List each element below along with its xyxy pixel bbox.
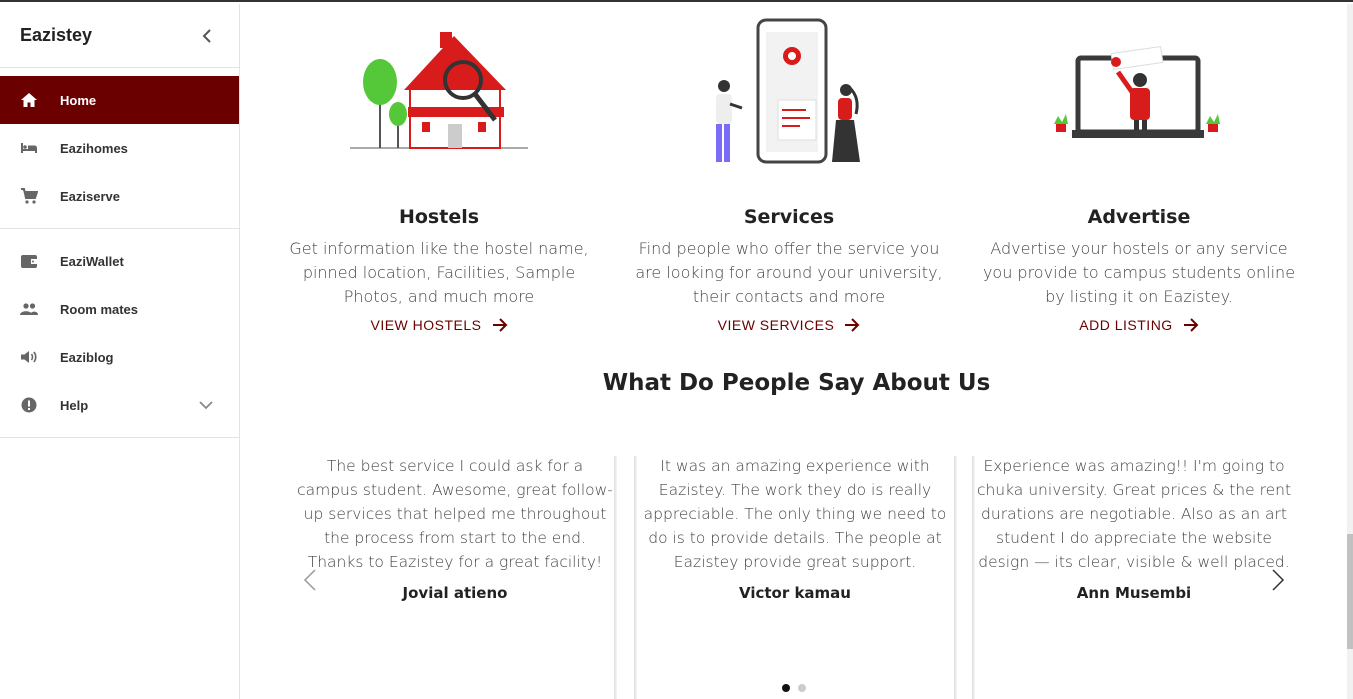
sidebar: Eazistey Home Eazihomes Eaziserve EaziWa… — [0, 4, 240, 699]
scrollbar-thumb[interactable] — [1347, 534, 1353, 649]
phone-people-illustration — [716, 18, 860, 164]
people-icon — [20, 300, 38, 318]
card-divider — [972, 456, 975, 699]
sidebar-item-home[interactable]: Home — [0, 76, 239, 124]
carousel-dot[interactable] — [782, 684, 790, 692]
view-services-link[interactable]: VIEW SERVICES — [624, 317, 954, 333]
testimonial-quote: It was an amazing experience with Eazist… — [643, 457, 947, 571]
nav-group-secondary: EaziWallet Room mates Eaziblog Help — [0, 229, 239, 438]
carousel-dot[interactable] — [798, 684, 806, 692]
carousel-dots — [782, 684, 806, 692]
chevron-left-icon[interactable] — [197, 26, 217, 46]
sidebar-item-eaziwallet[interactable]: EaziWallet — [0, 237, 239, 285]
main-content: Hostels Get information like the hostel … — [240, 4, 1353, 699]
card-divider — [614, 456, 617, 699]
brand-title: Eazistey — [20, 25, 93, 45]
card-title-advertise: Advertise — [1087, 206, 1191, 228]
chevron-right-icon — [1272, 569, 1285, 591]
chevron-left-icon — [303, 569, 316, 591]
testimonial-card: Experience was amazing!! I'm going to ch… — [974, 454, 1294, 699]
view-hostels-link[interactable]: VIEW HOSTELS — [274, 317, 604, 333]
testimonials-title: What Do People Say About Us — [602, 370, 991, 396]
arrow-right-icon — [1183, 318, 1199, 332]
add-listing-link[interactable]: ADD LISTING — [974, 317, 1304, 333]
sidebar-item-label: Room mates — [60, 301, 139, 317]
testimonial-card: It was an amazing experience with Eazist… — [636, 454, 954, 699]
sidebar-header: Eazistey — [0, 4, 239, 68]
scrollbar[interactable] — [1347, 4, 1353, 699]
card-divider — [954, 456, 957, 699]
testimonial-quote: Experience was amazing!! I'm going to ch… — [976, 457, 1292, 571]
sidebar-item-eaziblog[interactable]: Eaziblog — [0, 333, 239, 381]
card-desc-services: Find people who offer the service you ar… — [635, 239, 943, 306]
chevron-down-icon[interactable] — [199, 397, 213, 415]
testimonial-author: Victor kamau — [738, 584, 851, 602]
sidebar-item-room-mates[interactable]: Room mates — [0, 285, 239, 333]
speaker-icon — [20, 348, 38, 366]
testimonial-author: Jovial atieno — [402, 584, 508, 602]
link-label: VIEW HOSTELS — [370, 317, 482, 333]
home-icon — [20, 91, 38, 109]
testimonial-author: Ann Musembi — [1076, 584, 1192, 602]
sidebar-item-eazihomes[interactable]: Eazihomes — [0, 124, 239, 172]
card-title-services: Services — [743, 206, 835, 228]
card-desc-advertise: Advertise your hostels or any service yo… — [982, 239, 1296, 306]
arrow-right-icon — [845, 318, 860, 332]
wallet-icon — [20, 252, 38, 270]
card-title-hostels: Hostels — [398, 206, 480, 228]
testimonial-quote: The best service I could ask for a campu… — [297, 457, 613, 571]
arrow-right-icon — [492, 318, 507, 332]
carousel-next-button[interactable] — [1270, 568, 1290, 594]
bed-icon — [20, 139, 38, 157]
alert-icon — [20, 396, 38, 414]
nav-group-main: Home Eazihomes Eaziserve — [0, 68, 239, 229]
carousel-prev-button[interactable] — [302, 568, 322, 594]
link-label: VIEW SERVICES — [717, 317, 835, 333]
testimonial-card: The best service I could ask for a campu… — [296, 454, 614, 699]
sidebar-item-label: Eaziserve — [60, 188, 120, 204]
sidebar-item-label: EaziWallet — [60, 253, 124, 269]
house-search-illustration — [350, 32, 528, 149]
sidebar-item-label: Eazihomes — [60, 140, 128, 156]
sidebar-item-label: Eaziblog — [60, 349, 114, 365]
card-divider — [634, 456, 637, 699]
link-label: ADD LISTING — [1079, 317, 1173, 333]
sidebar-item-label: Home — [60, 92, 97, 108]
sidebar-item-label: Help — [60, 397, 89, 413]
card-desc-hostels: Get information like the hostel name, pi… — [289, 239, 589, 306]
cart-icon — [20, 187, 38, 205]
sidebar-item-eaziserve[interactable]: Eaziserve — [0, 172, 239, 220]
laptop-advert-illustration — [1054, 46, 1220, 138]
sidebar-item-help[interactable]: Help — [0, 381, 239, 429]
